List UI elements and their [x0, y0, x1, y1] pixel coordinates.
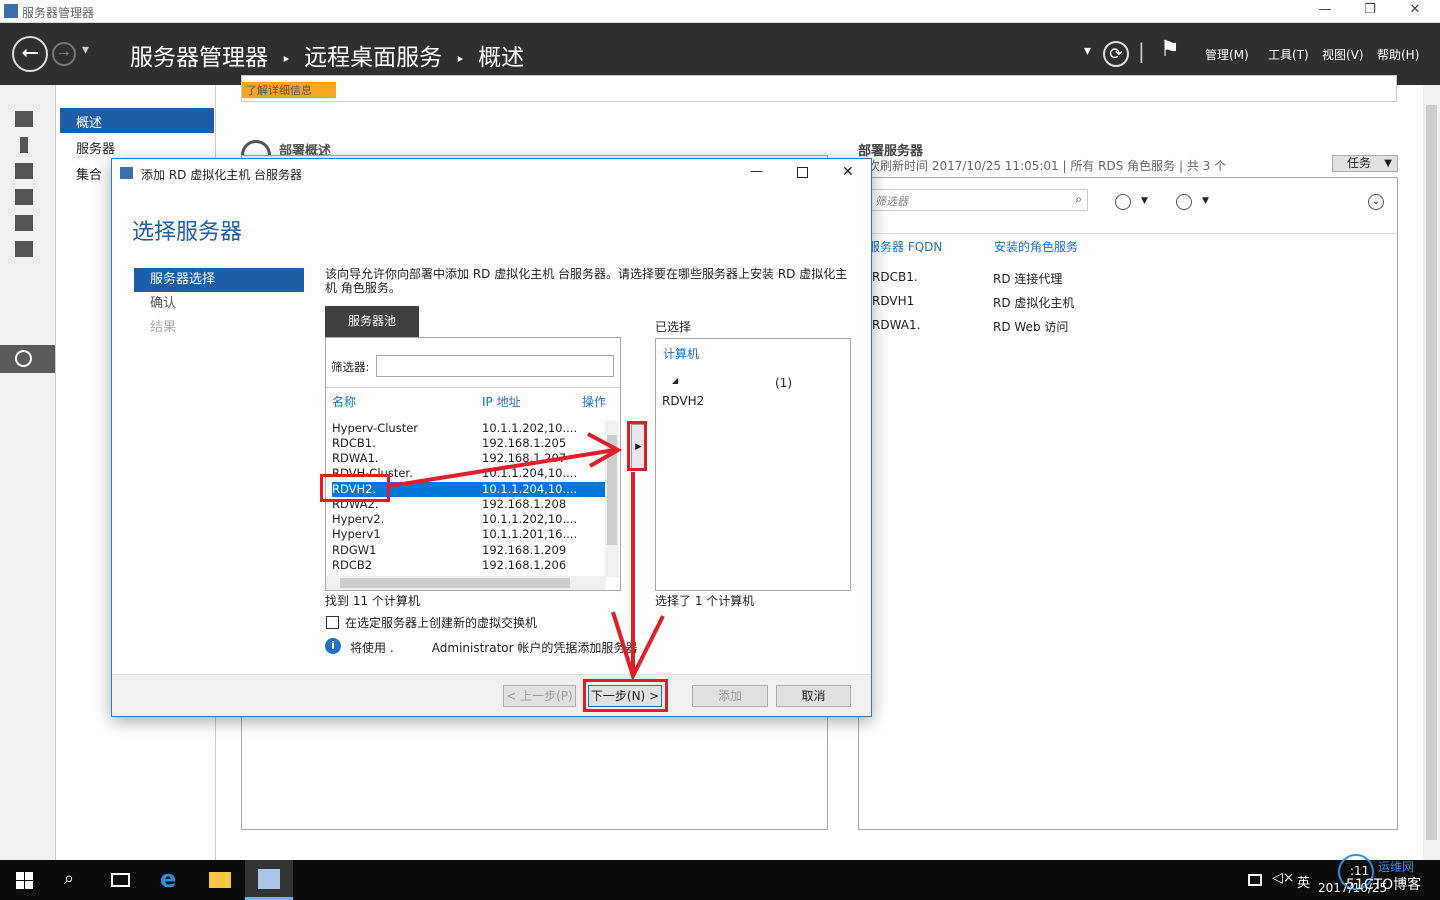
server-manager-taskbar-icon[interactable]	[245, 860, 293, 900]
ie-icon[interactable]: e	[160, 865, 176, 893]
search-icon[interactable]: ⌕	[64, 868, 74, 889]
ime-indicator[interactable]: 英	[1297, 872, 1310, 891]
watermark-text: 51CTO博客	[1346, 877, 1422, 893]
network-icon[interactable]	[1248, 874, 1262, 886]
server-manager-glyph-icon	[258, 869, 280, 889]
volume-icon[interactable]: ◁×	[1272, 870, 1295, 886]
watermark-subtext: 运维网	[1378, 860, 1415, 874]
annotation-arrows	[389, 432, 665, 682]
taskbar: ⌕ e ◁× 英 :11 2017/10/25 51CTO博客 运维网	[0, 854, 1440, 900]
start-icon[interactable]	[16, 872, 33, 889]
task-view-icon[interactable]	[111, 873, 130, 887]
file-explorer-icon[interactable]	[209, 872, 231, 888]
